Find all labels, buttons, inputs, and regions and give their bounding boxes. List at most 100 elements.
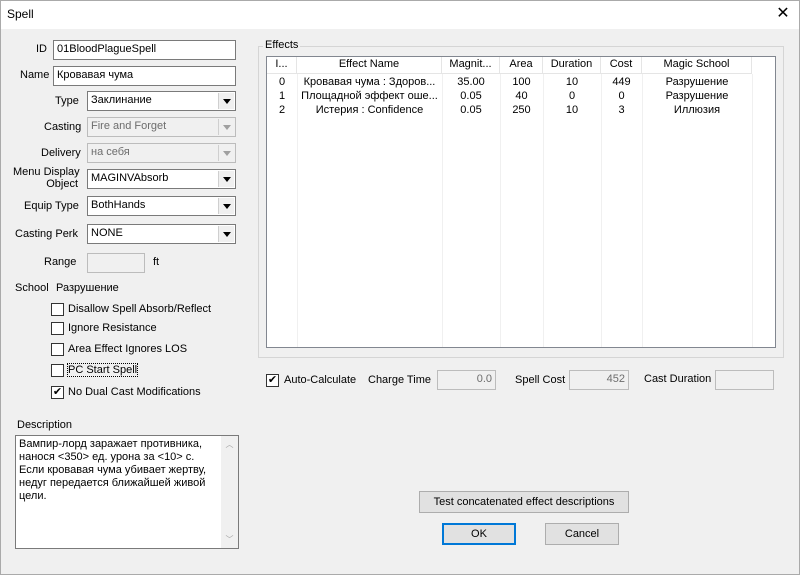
chevron-down-icon[interactable] xyxy=(218,93,234,109)
no-dual-cast-checkbox[interactable]: ✔ xyxy=(51,386,64,399)
table-row[interactable]: 1 Площадной эффект оше... 0.05 40 0 0 Ра… xyxy=(267,90,775,104)
range-unit: ft xyxy=(153,256,160,268)
no-dual-cast-label: No Dual Cast Modifications xyxy=(68,386,201,398)
menu-display-label: Menu Display Object xyxy=(13,166,80,190)
col-magic-school-header[interactable]: Magic School xyxy=(642,57,752,74)
spell-cost-field: 452 xyxy=(569,370,629,390)
col-effect-name-header[interactable]: Effect Name xyxy=(297,57,442,74)
delivery-value: на себя xyxy=(91,146,130,158)
cell-cost: 0 xyxy=(618,90,625,102)
id-label: ID xyxy=(36,43,47,55)
table-row[interactable]: 2 Истерия : Confidence 0.05 250 10 3 Илл… xyxy=(267,104,775,118)
effects-list[interactable]: I... Effect Name Magnit... Area Duration… xyxy=(266,56,776,348)
cell-effect-name: Истерия : Confidence xyxy=(315,104,424,116)
school-value: Разрушение xyxy=(56,282,119,294)
chevron-down-icon xyxy=(218,145,234,161)
charge-time-field: 0.0 xyxy=(437,370,496,390)
cell-magic-school: Иллюзия xyxy=(673,104,721,116)
casting-perk-value: NONE xyxy=(91,227,123,239)
cell-area: 250 xyxy=(512,104,531,116)
chevron-down-icon[interactable] xyxy=(218,171,234,187)
cell-magic-school: Разрушение xyxy=(665,90,729,102)
disallow-absorb-checkbox[interactable] xyxy=(51,303,64,316)
id-field[interactable]: 01BloodPlagueSpell xyxy=(53,40,236,60)
table-row[interactable]: 0 Кровавая чума : Здоров... 35.00 100 10… xyxy=(267,76,775,90)
spell-dialog: Spell ✕ ID 01BloodPlagueSpell Name Крова… xyxy=(0,0,800,575)
range-field xyxy=(87,253,145,273)
cell-magnitude: 0.05 xyxy=(460,90,482,102)
delivery-select: на себя xyxy=(87,143,236,163)
description-label: Description xyxy=(17,419,73,431)
casting-perk-label: Casting Perk xyxy=(15,228,78,240)
title-bar: Spell ✕ xyxy=(1,1,799,29)
effects-label: Effects xyxy=(263,39,301,51)
equip-type-value: BothHands xyxy=(91,199,146,211)
auto-calculate-label: Auto-Calculate xyxy=(284,374,357,386)
casting-value: Fire and Forget xyxy=(91,120,167,132)
cell-area: 100 xyxy=(512,76,531,88)
spell-cost-label: Spell Cost xyxy=(515,374,566,386)
cell-duration: 0 xyxy=(568,90,576,102)
cell-cost: 3 xyxy=(618,104,625,116)
checkmark-icon: ✔ xyxy=(267,374,278,386)
description-scrollbar[interactable]: ︿ ﹀ xyxy=(221,436,238,548)
cell-index: 2 xyxy=(278,104,286,116)
description-textarea[interactable]: Вампир-лорд заражает противника, нанося … xyxy=(15,435,239,549)
cell-magnitude: 35.00 xyxy=(457,76,485,88)
casting-label: Casting xyxy=(44,121,82,133)
casting-select: Fire and Forget xyxy=(87,117,236,137)
name-label: Name xyxy=(20,69,50,81)
pc-start-spell-label: PC Start Spell xyxy=(66,363,139,377)
chevron-down-icon xyxy=(218,119,234,135)
window-title: Spell xyxy=(7,7,34,21)
delivery-label: Delivery xyxy=(41,147,81,159)
name-field[interactable]: Кровавая чума xyxy=(53,66,236,86)
cell-duration: 10 xyxy=(565,76,579,88)
area-effect-los-checkbox[interactable] xyxy=(51,343,64,356)
charge-time-label: Charge Time xyxy=(368,374,431,386)
cell-effect-name: Площадной эффект оше... xyxy=(301,90,438,102)
close-icon: ✕ xyxy=(776,5,790,22)
equip-type-select[interactable]: BothHands xyxy=(87,196,236,216)
test-descriptions-button[interactable]: Test concatenated effect descriptions xyxy=(419,491,629,513)
casting-perk-select[interactable]: NONE xyxy=(87,224,236,244)
cast-duration-field xyxy=(715,370,774,390)
cast-duration-label: Cast Duration xyxy=(644,373,712,385)
ignore-resistance-checkbox[interactable] xyxy=(51,322,64,335)
menu-display-label-line1: Menu Display xyxy=(13,166,80,178)
col-duration-header[interactable]: Duration xyxy=(543,57,601,74)
cancel-button[interactable]: Cancel xyxy=(545,523,619,545)
menu-display-select[interactable]: MAGINVAbsorb xyxy=(87,169,236,189)
ok-button[interactable]: OK xyxy=(442,523,516,545)
auto-calculate-checkbox[interactable]: ✔ xyxy=(266,374,279,387)
type-value: Заклинание xyxy=(91,94,152,106)
range-label: Range xyxy=(44,256,77,268)
ignore-resistance-label: Ignore Resistance xyxy=(68,322,157,334)
col-area-header[interactable]: Area xyxy=(500,57,543,74)
cell-effect-name: Кровавая чума : Здоров... xyxy=(303,76,436,88)
checkmark-icon: ✔ xyxy=(52,386,63,398)
menu-display-label-line2: Object xyxy=(46,178,78,190)
chevron-down-icon[interactable] xyxy=(218,226,234,242)
col-index-header[interactable]: I... xyxy=(267,57,297,74)
area-effect-los-label: Area Effect Ignores LOS xyxy=(68,343,188,355)
cell-cost: 449 xyxy=(612,76,631,88)
menu-display-value: MAGINVAbsorb xyxy=(91,172,169,184)
school-label: School xyxy=(15,282,49,294)
cell-area: 40 xyxy=(515,90,528,102)
col-magnitude-header[interactable]: Magnit... xyxy=(442,57,500,74)
cell-index: 0 xyxy=(278,76,286,88)
scroll-up-icon[interactable]: ︿ xyxy=(221,436,238,453)
pc-start-spell-checkbox[interactable] xyxy=(51,364,64,377)
scroll-down-icon[interactable]: ﹀ xyxy=(221,531,238,548)
cell-magnitude: 0.05 xyxy=(460,104,482,116)
equip-type-label: Equip Type xyxy=(24,200,79,212)
cell-index: 1 xyxy=(278,90,286,102)
effects-header: I... Effect Name Magnit... Area Duration… xyxy=(267,57,775,74)
type-label: Type xyxy=(55,95,79,107)
close-button[interactable]: ✕ xyxy=(771,3,795,27)
type-select[interactable]: Заклинание xyxy=(87,91,236,111)
disallow-absorb-label: Disallow Spell Absorb/Reflect xyxy=(68,303,212,315)
col-cost-header[interactable]: Cost xyxy=(601,57,642,74)
chevron-down-icon[interactable] xyxy=(218,198,234,214)
